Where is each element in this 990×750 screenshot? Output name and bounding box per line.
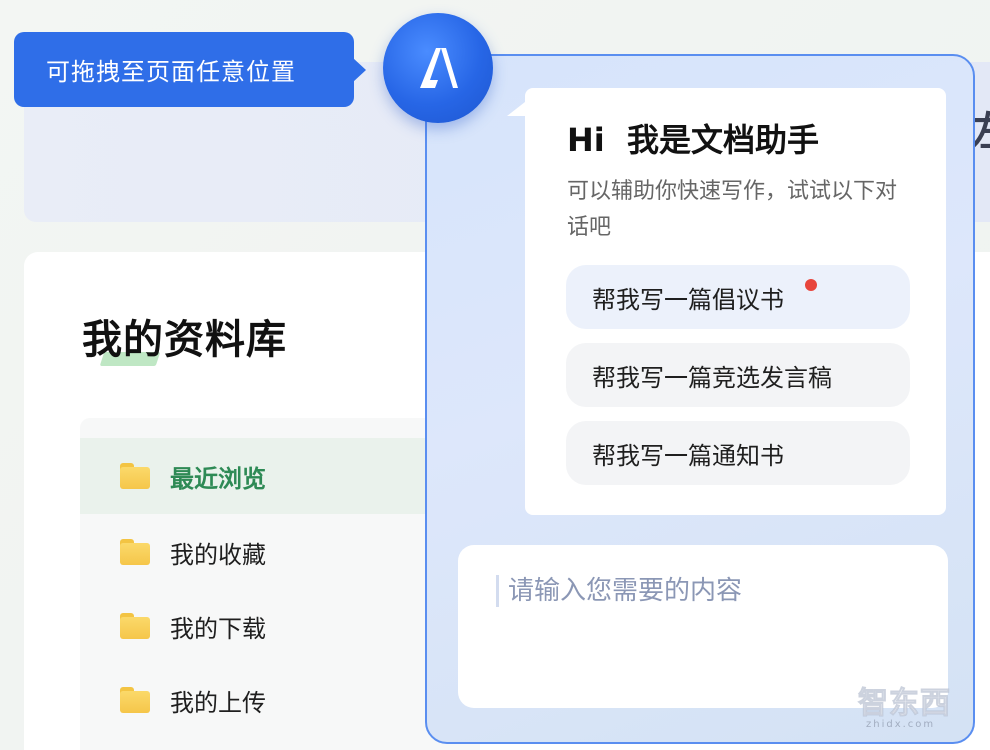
suggestion-notice[interactable]: 帮我写一篇通知书 <box>566 421 910 485</box>
library-nav: 最近浏览 我的收藏 我的下载 我的上传 <box>80 418 480 750</box>
nav-item-uploads[interactable]: 我的上传 <box>80 662 480 738</box>
nav-item-label: 我的上传 <box>170 688 266 717</box>
nav-item-label: 最近浏览 <box>170 464 266 493</box>
suggestion-label: 帮我写一篇倡议书 <box>592 285 784 314</box>
greeting-subtitle: 可以辅助你快速写作，试试以下对话吧 <box>567 179 898 240</box>
greeting-card: Hi 我是文档助手 可以辅助你快速写作，试试以下对话吧 帮我写一篇倡议书 帮我写… <box>507 88 946 515</box>
tooltip-text: 可拖拽至页面任意位置 <box>46 58 296 86</box>
suggestion-campaign-speech[interactable]: 帮我写一篇竞选发言稿 <box>566 343 910 407</box>
watermark-logo: 智东西 <box>858 686 951 722</box>
text-cursor <box>496 575 499 607</box>
folder-icon <box>120 687 150 713</box>
nav-item-label: 我的收藏 <box>170 540 266 569</box>
prompt-input[interactable] <box>508 569 928 613</box>
library-title: 我的资料库 <box>82 317 287 363</box>
suggestion-label: 帮我写一篇通知书 <box>592 441 784 470</box>
nav-item-downloads[interactable]: 我的下载 <box>80 588 480 664</box>
drag-tooltip: 可拖拽至页面任意位置 <box>14 32 366 107</box>
new-badge-dot <box>805 279 817 291</box>
greeting-title: Hi 我是文档助手 <box>567 121 820 159</box>
folder-icon <box>120 613 150 639</box>
suggestion-label: 帮我写一篇竞选发言稿 <box>592 363 832 392</box>
watermark-url: zhidx.com <box>866 719 936 730</box>
folder-icon <box>120 539 150 565</box>
suggestion-proposal[interactable]: 帮我写一篇倡议书 <box>566 265 910 329</box>
nav-item-favorites[interactable]: 我的收藏 <box>80 514 480 590</box>
nav-item-recent[interactable]: 最近浏览 <box>80 438 480 514</box>
assistant-logo-icon[interactable] <box>383 13 493 123</box>
folder-icon <box>120 463 150 489</box>
nav-item-label: 我的下载 <box>170 614 266 643</box>
